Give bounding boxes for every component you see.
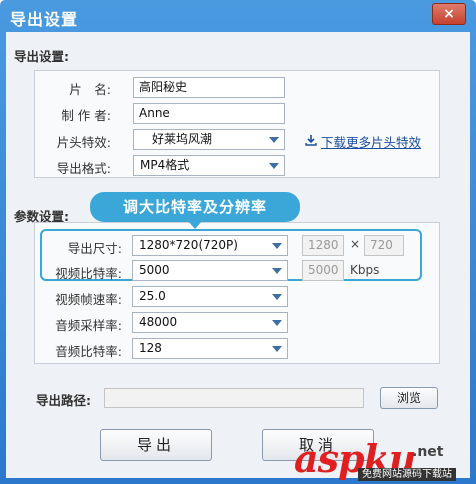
export-settings-group: 片 名: 高阳秘史 制 作 者: Anne 片头特效: 好莱坞风潮 下载更多片头… — [34, 70, 440, 178]
audio-bitrate-value: 128 — [139, 341, 162, 355]
watermark-tagline: 免费网站源码下载站 — [358, 468, 456, 481]
name-input[interactable]: 高阳秘史 — [133, 77, 285, 98]
author-input[interactable]: Anne — [133, 103, 285, 124]
browse-button[interactable]: 浏览 — [380, 387, 438, 409]
name-label: 片 名: — [69, 82, 111, 97]
audio-bitrate-select[interactable]: 128 — [132, 338, 288, 359]
chevron-down-icon — [272, 346, 282, 352]
chevron-down-icon — [269, 137, 279, 143]
format-value: MP4格式 — [140, 158, 190, 172]
size-label: 导出尺寸: — [67, 241, 122, 256]
export-settings-heading: 导出设置: — [14, 49, 69, 64]
chevron-down-icon — [272, 320, 282, 326]
dialog-body: 导出设置: 片 名: 高阳秘史 制 作 者: Anne 片头特效: 好莱坞风潮 … — [6, 32, 470, 478]
intro-effect-label: 片头特效: — [56, 135, 111, 150]
format-label: 导出格式: — [56, 161, 111, 176]
export-settings-window: 导出设置 × 导出设置: 片 名: 高阳秘史 制 作 者: Anne 片头特效:… — [0, 0, 476, 484]
samplerate-label: 音频采样率: — [55, 318, 122, 333]
samplerate-value: 48000 — [139, 315, 178, 329]
site-watermark: aspku .net 免费网站源码下载站 — [294, 436, 472, 482]
height-input[interactable]: 720 — [364, 235, 404, 256]
chevron-down-icon — [272, 268, 282, 274]
width-input[interactable]: 1280 — [302, 235, 344, 256]
tip-callout: 调大比特率及分辨率 — [90, 192, 300, 222]
export-button[interactable]: 导出 — [100, 429, 212, 461]
callout-pointer — [188, 221, 202, 229]
bitrate-label: 视频比特率: — [55, 266, 122, 281]
framerate-select[interactable]: 25.0 — [132, 286, 288, 307]
bitrate-select[interactable]: 5000 — [132, 260, 288, 281]
export-path-label: 导出路径: — [36, 393, 91, 408]
bitrate-display-input[interactable]: 5000 — [302, 260, 344, 281]
samplerate-select[interactable]: 48000 — [132, 312, 288, 333]
close-button[interactable]: × — [432, 3, 466, 25]
bitrate-unit: Kbps — [350, 263, 380, 277]
bitrate-value: 5000 — [139, 263, 170, 277]
author-label: 制 作 者: — [61, 108, 111, 123]
download-more-effects-link[interactable]: 下载更多片头特效 — [321, 132, 421, 151]
size-select[interactable]: 1280*720(720P) — [132, 235, 288, 256]
chevron-down-icon — [269, 163, 279, 169]
format-select[interactable]: MP4格式 — [133, 155, 285, 176]
watermark-suffix: .net — [412, 444, 444, 460]
intro-effect-value: 好莱坞风潮 — [152, 132, 213, 146]
chevron-down-icon — [272, 294, 282, 300]
chevron-down-icon — [272, 243, 282, 249]
size-value: 1280*720(720P) — [139, 238, 238, 252]
audio-bitrate-label: 音频比特率: — [55, 344, 122, 359]
download-icon[interactable] — [305, 134, 317, 146]
framerate-label: 视频帧速率: — [55, 292, 122, 307]
framerate-value: 25.0 — [139, 289, 166, 303]
title-bar[interactable]: 导出设置 × — [0, 0, 476, 32]
intro-effect-select[interactable]: 好莱坞风潮 — [133, 129, 285, 150]
window-title: 导出设置 — [10, 10, 79, 29]
export-path-input[interactable] — [104, 388, 364, 408]
times-icon: × — [350, 237, 361, 251]
